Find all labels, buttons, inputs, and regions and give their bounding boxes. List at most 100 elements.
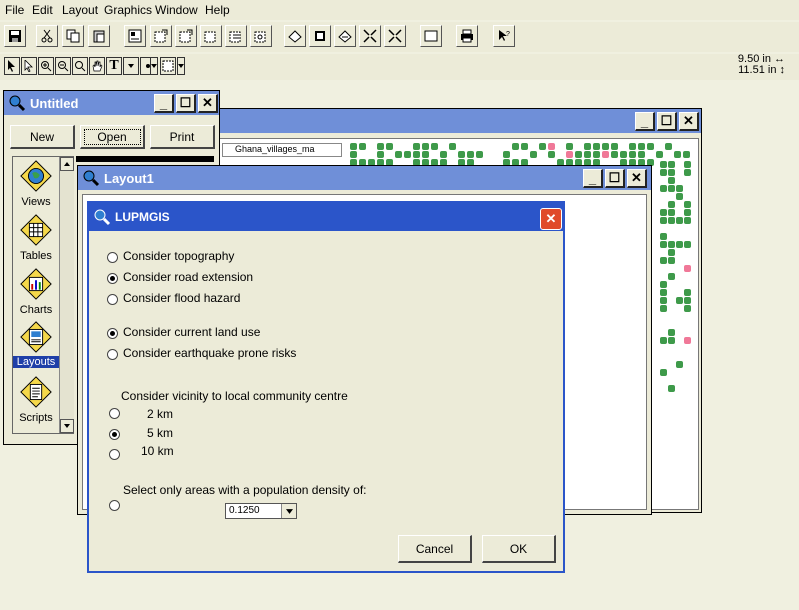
paste-icon <box>93 30 105 43</box>
view-minimize-button[interactable]: _ <box>635 112 655 131</box>
menu-graphics[interactable]: Graphics <box>104 3 152 17</box>
map-point <box>503 151 510 158</box>
view-window-titlebar[interactable] <box>215 109 701 133</box>
text-tool[interactable]: T <box>106 57 122 75</box>
tables-label: Tables <box>20 250 52 262</box>
project-maximize-button[interactable]: ☐ <box>176 94 196 113</box>
dialog-titlebar[interactable]: LUPMGIS <box>89 203 563 231</box>
views-item[interactable]: Views <box>13 159 59 208</box>
menu-layout[interactable]: Layout <box>62 3 98 17</box>
density-select[interactable]: 0.1250 <box>225 503 297 519</box>
road-extension-radio[interactable] <box>107 273 118 284</box>
graphic-tool-2-button[interactable] <box>309 25 331 47</box>
print-button[interactable] <box>456 25 478 47</box>
point-dropdown-tool[interactable] <box>150 57 158 75</box>
help-button[interactable]: ? <box>493 25 515 47</box>
menu-file[interactable]: File <box>5 3 24 17</box>
topography-label: Consider topography <box>123 249 235 263</box>
menu-edit[interactable]: Edit <box>32 3 53 17</box>
vertex-tool[interactable] <box>21 57 37 75</box>
layout-close-button[interactable]: ✕ <box>627 169 647 188</box>
frame-draw-tool[interactable] <box>160 57 176 75</box>
density-radio[interactable] <box>109 500 120 511</box>
dialog-close-button[interactable]: ✕ <box>540 208 562 230</box>
new-button[interactable]: New <box>10 125 75 149</box>
frame-tool-4-button[interactable] <box>225 25 247 47</box>
vicinity-2km-radio[interactable] <box>109 408 120 419</box>
map-point <box>668 273 675 280</box>
density-dropdown-button[interactable] <box>281 504 296 518</box>
vicinity-5km-radio[interactable] <box>109 429 120 440</box>
pointer-tool[interactable] <box>4 57 20 75</box>
map-point <box>584 143 591 150</box>
map-point <box>676 297 683 304</box>
map-point <box>668 249 675 256</box>
flood-hazard-radio[interactable] <box>107 294 118 305</box>
text-dropdown-tool[interactable] <box>123 57 139 75</box>
graphic-tool-1-button[interactable] <box>284 25 306 47</box>
project-scrollbar[interactable] <box>59 157 74 433</box>
map-point <box>660 233 667 240</box>
print-project-button[interactable]: Print <box>150 125 215 149</box>
view-close-button[interactable]: ✕ <box>679 112 699 131</box>
scroll-up-button[interactable] <box>60 157 74 171</box>
map-point <box>684 305 691 312</box>
layouts-item[interactable]: Layouts <box>13 320 59 374</box>
document-type-list: Views Tables Charts Layouts Scripts <box>12 156 74 434</box>
map-point <box>684 297 691 304</box>
layer-legend[interactable]: Ghana_villages_ma <box>222 143 342 157</box>
map-point <box>660 257 667 264</box>
graphic-tool-3-button[interactable] <box>334 25 356 47</box>
cancel-button[interactable]: Cancel <box>398 535 472 563</box>
zoom-out-tool[interactable] <box>55 57 71 75</box>
flood-hazard-label: Consider flood hazard <box>123 291 241 305</box>
map-point <box>668 169 675 176</box>
frame-tool-3-button[interactable] <box>200 25 222 47</box>
dropdown-arrow-icon <box>151 64 157 68</box>
copy-button[interactable] <box>62 25 84 47</box>
map-point <box>620 151 627 158</box>
map-point <box>668 177 675 184</box>
map-point <box>684 169 691 176</box>
map-point <box>668 209 675 216</box>
open-button[interactable]: Open <box>80 125 145 149</box>
frame-tool-2-button[interactable] <box>175 25 197 47</box>
frame-dropdown-tool[interactable] <box>177 57 185 75</box>
layout-window-titlebar[interactable]: Layout1 <box>78 166 651 190</box>
ok-button[interactable]: OK <box>482 535 556 563</box>
tables-item[interactable]: Tables <box>13 213 59 262</box>
map-point <box>422 143 429 150</box>
project-close-button[interactable]: ✕ <box>198 94 218 113</box>
menu-help[interactable]: Help <box>205 3 230 17</box>
zoom-in-tool[interactable] <box>38 57 54 75</box>
zoom-in-icon <box>41 61 52 72</box>
vicinity-10km-label: 10 km <box>141 444 174 458</box>
layout-window-title: Layout1 <box>104 171 154 186</box>
current-land-use-radio[interactable] <box>107 328 118 339</box>
cut-button[interactable] <box>36 25 58 47</box>
expand-button[interactable] <box>384 25 406 47</box>
expand-icon <box>388 29 402 43</box>
charts-item[interactable]: Charts <box>13 267 59 316</box>
layout-minimize-button[interactable]: _ <box>583 169 603 188</box>
paste-button[interactable] <box>88 25 110 47</box>
vertex-pointer-icon <box>24 60 33 72</box>
frame-tool-1-button[interactable] <box>150 25 172 47</box>
layout-properties-button[interactable] <box>124 25 146 47</box>
pan-tool[interactable] <box>89 57 105 75</box>
page-button[interactable] <box>420 25 442 47</box>
earthquake-risks-radio[interactable] <box>107 349 118 360</box>
map-point <box>668 385 675 392</box>
scripts-item[interactable]: Scripts <box>13 375 59 424</box>
zoom-to-actual-tool[interactable] <box>72 57 88 75</box>
frame-tool-5-button[interactable] <box>250 25 272 47</box>
project-minimize-button[interactable]: _ <box>154 94 174 113</box>
save-button[interactable] <box>4 25 26 47</box>
topography-radio[interactable] <box>107 252 118 263</box>
vicinity-10km-radio[interactable] <box>109 449 120 460</box>
shrink-button[interactable] <box>359 25 381 47</box>
menu-window[interactable]: Window <box>155 3 198 17</box>
view-maximize-button[interactable]: ☐ <box>657 112 677 131</box>
scroll-down-button[interactable] <box>60 419 74 433</box>
layout-maximize-button[interactable]: ☐ <box>605 169 625 188</box>
